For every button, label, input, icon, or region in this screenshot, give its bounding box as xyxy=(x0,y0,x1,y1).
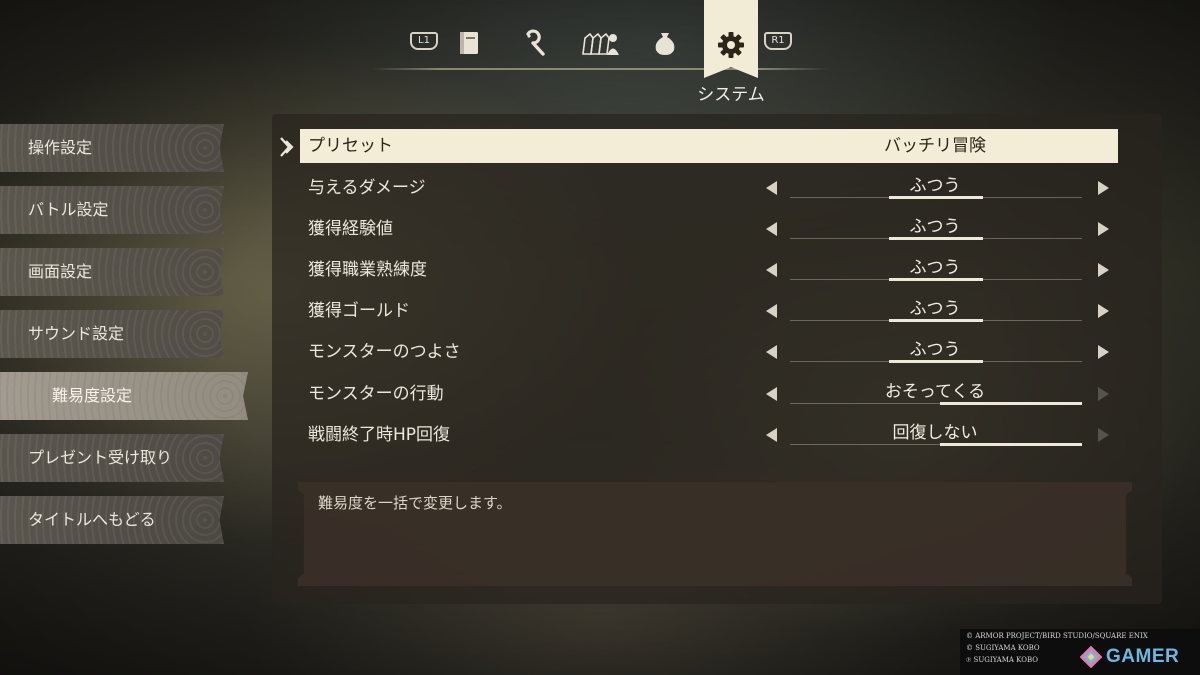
r1-button[interactable]: R1 xyxy=(764,32,792,50)
setting-label: 獲得経験値 xyxy=(308,219,393,239)
category-tab-bar: L1 R1 xyxy=(372,0,828,78)
tab-bar-divider xyxy=(372,68,828,70)
arrow-right-icon[interactable] xyxy=(1098,345,1109,359)
arrow-left-icon[interactable] xyxy=(766,263,777,277)
arrow-left-icon[interactable] xyxy=(766,428,777,442)
sidebar-item-controls[interactable]: 操作設定 xyxy=(0,124,224,172)
setting-value: ふつう xyxy=(909,299,961,319)
setting-value: 回復しない xyxy=(892,423,978,443)
arrow-left-icon[interactable] xyxy=(766,387,777,401)
arrow-right-icon[interactable] xyxy=(1098,263,1109,277)
setting-label: モンスターの行動 xyxy=(308,384,444,404)
copyright-line: ℗ SUGIYAMA KOBO xyxy=(966,656,1038,664)
magic-staff-icon[interactable] xyxy=(516,26,550,60)
description-text: 難易度を一括で変更します。 xyxy=(318,494,512,512)
setting-row[interactable]: 獲得ゴールド ふつう xyxy=(300,294,1118,328)
setting-value: ふつう xyxy=(909,176,961,196)
arrow-right-icon xyxy=(1098,387,1109,401)
setting-row[interactable]: 獲得職業熟練度 ふつう xyxy=(300,253,1118,287)
arrow-right-icon xyxy=(1098,428,1109,442)
setting-row[interactable]: 獲得経験値 ふつう xyxy=(300,212,1118,246)
preset-label: プリセット xyxy=(308,136,393,156)
arrow-right-icon[interactable] xyxy=(1098,304,1109,318)
setting-label: 与えるダメージ xyxy=(308,178,426,198)
setting-value: ふつう xyxy=(909,340,961,360)
gear-icon[interactable] xyxy=(714,28,748,62)
arrow-left-icon[interactable] xyxy=(766,304,777,318)
setting-row[interactable]: モンスターの行動 おそってくる xyxy=(300,377,1118,411)
gamer-logo-text: GAMER xyxy=(1106,646,1180,667)
party-icon[interactable] xyxy=(580,26,620,60)
setting-row[interactable]: 与えるダメージ ふつう xyxy=(300,171,1118,205)
setting-label: モンスターのつよさ xyxy=(308,342,461,362)
arrow-left-icon[interactable] xyxy=(766,181,777,195)
copyright-line: © ARMOR PROJECT/BIRD STUDIO/SQUARE ENIX xyxy=(966,632,1148,640)
arrow-left-icon[interactable] xyxy=(766,222,777,236)
bag-icon[interactable] xyxy=(648,26,682,60)
setting-value: ふつう xyxy=(909,258,961,278)
gamer-logo-icon xyxy=(1080,646,1102,668)
l1-button[interactable]: L1 xyxy=(410,32,438,50)
preset-row[interactable]: プリセット バッチリ冒険 xyxy=(300,129,1118,163)
sidebar-item-sound[interactable]: サウンド設定 xyxy=(0,310,224,358)
sidebar-item-return-title[interactable]: タイトルへもどる xyxy=(0,496,224,544)
arrow-right-icon[interactable] xyxy=(1098,181,1109,195)
description-box: 難易度を一括で変更します。 xyxy=(298,482,1132,586)
setting-label: 戦闘終了時HP回復 xyxy=(308,425,451,445)
sidebar-item-present[interactable]: プレゼント受け取り xyxy=(0,434,224,482)
arrow-left-icon[interactable] xyxy=(766,345,777,359)
setting-value: ふつう xyxy=(909,217,961,237)
setting-label: 獲得ゴールド xyxy=(308,301,410,321)
setting-value: おそってくる xyxy=(884,382,986,402)
copyright-line: © SUGIYAMA KOBO xyxy=(966,644,1040,652)
book-icon[interactable] xyxy=(452,26,486,60)
sidebar-item-difficulty[interactable]: 難易度設定 xyxy=(0,372,248,420)
setting-label: 獲得職業熟練度 xyxy=(308,260,427,280)
sidebar-item-display[interactable]: 画面設定 xyxy=(0,248,224,296)
preset-value: バッチリ冒険 xyxy=(884,136,986,156)
setting-row[interactable]: モンスターのつよさ ふつう xyxy=(300,335,1118,369)
setting-row[interactable]: 戦闘終了時HP回復 回復しない xyxy=(300,418,1118,452)
active-tab-label: システム xyxy=(697,85,765,105)
gamer-logo: GAMER xyxy=(1080,645,1179,669)
sidebar-item-battle[interactable]: バトル設定 xyxy=(0,186,224,234)
selection-cursor-icon xyxy=(279,136,297,158)
arrow-right-icon[interactable] xyxy=(1098,222,1109,236)
